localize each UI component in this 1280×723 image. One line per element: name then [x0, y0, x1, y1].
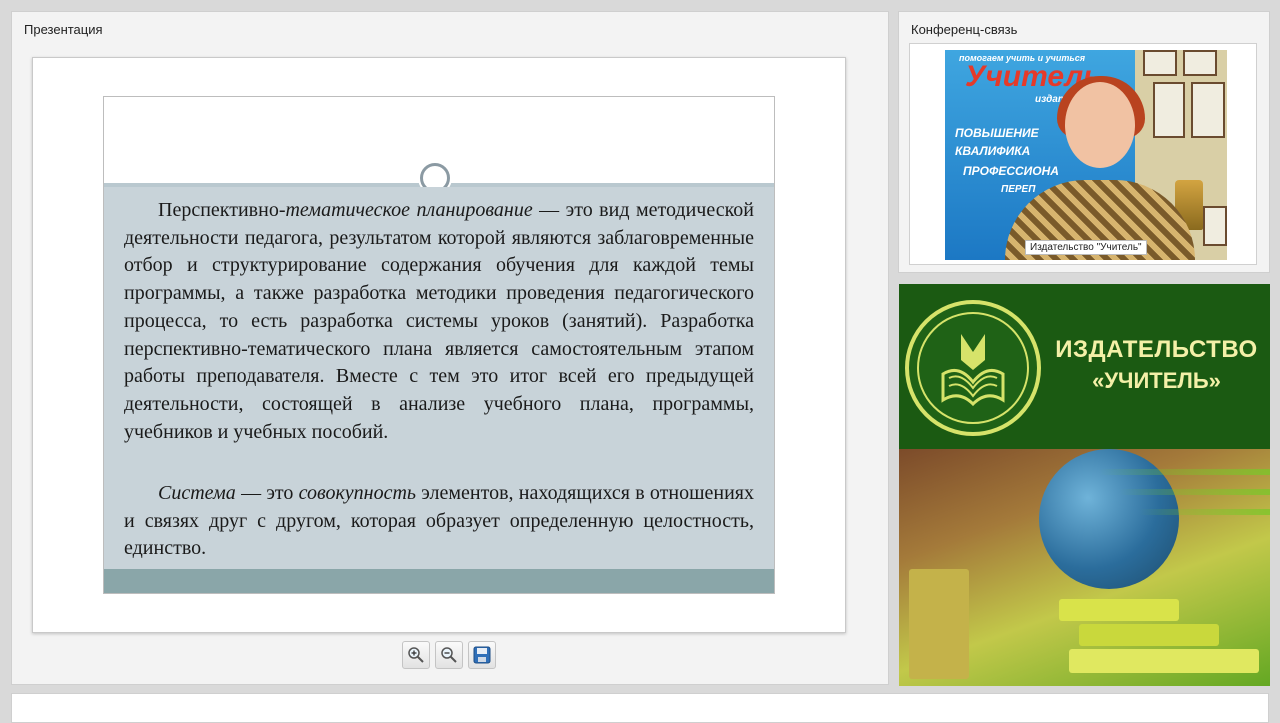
slide-viewer[interactable]: Перспективно-тематическое планирование —…	[32, 57, 846, 633]
certificate-frame	[1153, 82, 1185, 138]
banner-text: КВАЛИФИКА	[955, 144, 1031, 158]
slide-text-run: совокупность	[298, 482, 417, 504]
decor-stripe	[1119, 489, 1270, 495]
picture-frame	[1143, 50, 1177, 76]
book	[1069, 649, 1259, 673]
slide-text-run: тематическое планирование	[285, 199, 533, 221]
presentation-panel-title: Презентация	[24, 22, 103, 37]
publisher-name-quoted: «УЧИТЕЛЬ»	[1092, 368, 1221, 393]
save-icon	[473, 646, 491, 664]
video-name-label: Издательство "Учитель"	[1025, 240, 1147, 255]
publisher-banner: ИЗДАТЕЛЬСТВО «УЧИТЕЛЬ»	[899, 284, 1270, 686]
book-stack	[909, 569, 969, 679]
conference-panel: Конференц-связь помогаем учить и учиться…	[898, 11, 1270, 273]
decor-stripe	[1139, 509, 1270, 515]
webcam-video: помогаем учить и учиться Учитель издател…	[945, 50, 1227, 260]
slide-text-run: Перспективно-	[158, 199, 286, 221]
banner-text: ПЕРЕП	[1001, 184, 1036, 195]
slide-paragraph-1: Перспективно-тематическое планирование —…	[124, 197, 754, 446]
save-button[interactable]	[468, 641, 496, 669]
banner-text: ПОВЫШЕНИЕ	[955, 126, 1039, 140]
book	[1079, 624, 1219, 646]
presenter-face	[1065, 82, 1135, 168]
conference-panel-title: Конференц-связь	[911, 22, 1018, 37]
decor-stripe	[1099, 469, 1270, 475]
banner-text: ПРОФЕССИОНА	[963, 164, 1059, 178]
certificate-frame	[1203, 206, 1227, 246]
publisher-header: ИЗДАТЕЛЬСТВО «УЧИТЕЛЬ»	[899, 284, 1270, 449]
publisher-logo-icon	[905, 300, 1041, 436]
slide-paragraph-2: Система — это совокупность элементов, на…	[124, 480, 754, 563]
zoom-out-button[interactable]	[435, 641, 463, 669]
certificate-frame	[1191, 82, 1225, 138]
video-tile[interactable]: помогаем учить и учиться Учитель издател…	[909, 43, 1257, 265]
book	[1059, 599, 1179, 621]
books-globe-image	[899, 449, 1270, 686]
picture-frame	[1183, 50, 1217, 76]
slide-text-run: — это вид методической деятельности педа…	[124, 199, 754, 443]
slide-text-run: Система	[158, 482, 236, 504]
zoom-in-icon	[408, 647, 424, 663]
zoom-out-icon	[441, 647, 457, 663]
slide-text-run: — это	[235, 482, 299, 504]
zoom-in-button[interactable]	[402, 641, 430, 669]
bottom-panel	[11, 693, 1269, 723]
publisher-name: ИЗДАТЕЛЬСТВО	[1055, 336, 1258, 363]
slide: Перспективно-тематическое планирование —…	[103, 96, 775, 594]
slide-footer	[104, 569, 774, 593]
presentation-panel: Презентация Перспективно-тематическое пл…	[11, 11, 889, 685]
book-emblem-icon	[941, 334, 1005, 407]
